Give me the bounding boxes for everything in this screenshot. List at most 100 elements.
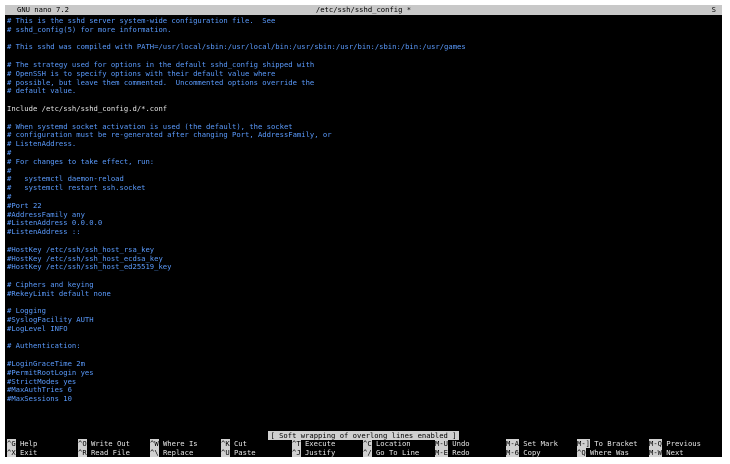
editor-line[interactable] [7,52,720,61]
editor-line[interactable]: #PermitRootLogin yes [7,369,720,378]
editor-line[interactable]: #ListenAddress 0.0.0.0 [7,219,720,228]
terminal-window[interactable]: GNU nano 7.2 /etc/ssh/sshd_config * S # … [5,5,722,457]
shortcut-go-to-line[interactable]: ^/ Go To Line [363,448,420,457]
editor-line[interactable]: #StrictModes yes [7,378,720,387]
shortcut-label: Set Mark [518,439,558,448]
editor-line[interactable] [7,351,720,360]
editor-line[interactable]: #ListenAddress :: [7,228,720,237]
editor-line[interactable]: #HostKey /etc/ssh/ssh_host_rsa_key [7,246,720,255]
editor-line[interactable]: #LogLevel INFO [7,325,720,334]
shortcut-label: Paste [229,448,256,457]
shortcut-label: Exit [15,448,38,457]
editor-line[interactable]: # For changes to take effect, run: [7,158,720,167]
editor-line[interactable]: # default value. [7,87,720,96]
shortcut-key: ^W [150,439,159,448]
shortcut-redo[interactable]: M-E Redo [435,448,470,457]
shortcut-key: ^\ [150,448,159,457]
shortcut-key: ^K [221,439,230,448]
editor-line[interactable]: # This sshd was compiled with PATH=/usr/… [7,43,720,52]
editor-line[interactable]: # The strategy used for options in the d… [7,61,720,70]
editor-line[interactable]: # [7,167,720,176]
shortcut-key: ^J [292,448,301,457]
shortcut-key: ^G [7,439,16,448]
shortcut-key: M-E [435,448,448,457]
editor-line[interactable] [7,237,720,246]
editor-line[interactable]: Include /etc/ssh/sshd_config.d/*.conf [7,105,720,114]
shortcut-paste[interactable]: ^U Paste [221,448,256,457]
shortcut-label: Cut [229,439,247,448]
nano-title-bar: GNU nano 7.2 /etc/ssh/sshd_config * S [5,5,722,15]
editor-line[interactable]: #MaxAuthTries 6 [7,386,720,395]
shortcut-label: Justify [300,448,336,457]
shortcut-key: ^T [292,439,301,448]
shortcut-label: Replace [158,448,194,457]
shortcut-label: Next [661,448,684,457]
editor-line[interactable] [7,299,720,308]
editor-line[interactable]: #AddressFamily any [7,211,720,220]
editor-line[interactable]: # This is the sshd server system-wide co… [7,17,720,26]
shortcut-key: ^O [78,439,87,448]
shortcut-copy[interactable]: M-6 Copy [506,448,541,457]
editor-line[interactable]: #MaxSessions 10 [7,395,720,404]
editor-line[interactable] [7,114,720,123]
shortcut-key: M-U [435,439,448,448]
editor-line[interactable]: # configuration must be re-generated aft… [7,131,720,140]
shortcut-label: Where Is [158,439,198,448]
shortcut-bar-bottom: ^X Exit ^R Read File ^\ Replace ^U Paste ^J … [5,448,722,457]
shortcut-key: ^U [221,448,230,457]
shortcut-key: M-] [577,439,590,448]
editor-line[interactable] [7,35,720,44]
shortcut-key: ^C [363,439,372,448]
editor-line[interactable] [7,334,720,343]
editor-line[interactable]: #HostKey /etc/ssh/ssh_host_ed25519_key [7,263,720,272]
shortcut-label: Where Was [585,448,629,457]
shortcut-key: ^/ [363,448,372,457]
title-indicator: S [711,5,716,14]
shortcut-justify[interactable]: ^J Justify [292,448,336,457]
editor-line[interactable]: #SyslogFacility AUTH [7,316,720,325]
editor-line[interactable] [7,272,720,281]
shortcut-next[interactable]: M-W Next [649,448,684,457]
shortcut-label: Redo [447,448,470,457]
shortcut-label: Copy [518,448,541,457]
editor-buffer[interactable]: # This is the sshd server system-wide co… [7,17,720,404]
shortcut-exit[interactable]: ^X Exit [7,448,38,457]
editor-line[interactable]: # Ciphers and keying [7,281,720,290]
editor-line[interactable]: # sshd_config(5) for more information. [7,26,720,35]
shortcut-label: To Bracket [589,439,638,448]
file-name: /etc/ssh/sshd_config * [315,5,412,14]
shortcut-label: Previous [661,439,701,448]
editor-line[interactable]: #HostKey /etc/ssh/ssh_host_ecdsa_key [7,255,720,264]
editor-line[interactable] [7,96,720,105]
shortcut-key: M-A [506,439,519,448]
editor-line[interactable]: # systemctl restart ssh.socket [7,184,720,193]
shortcut-label: Execute [300,439,336,448]
editor-line[interactable]: # possible, but leave them commented. Un… [7,79,720,88]
shortcut-key: M-W [649,448,662,457]
editor-line[interactable]: # systemctl daemon-reload [7,175,720,184]
shortcut-key: ^Q [577,448,586,457]
shortcut-label: Read File [86,448,130,457]
editor-line[interactable]: # Logging [7,307,720,316]
shortcut-label: Go To Line [371,448,420,457]
shortcut-label: Location [371,439,411,448]
shortcut-where-was[interactable]: ^Q Where Was [577,448,629,457]
shortcut-key: M-6 [506,448,519,457]
shortcut-label: Write Out [86,439,130,448]
editor-line[interactable]: # Authentication: [7,342,720,351]
editor-line[interactable]: # [7,149,720,158]
editor-line[interactable]: # OpenSSH is to specify options with the… [7,70,720,79]
shortcut-key: M-Q [649,439,662,448]
editor-line[interactable]: # [7,193,720,202]
editor-line[interactable]: #Port 22 [7,202,720,211]
editor-line[interactable]: # ListenAddress. [7,140,720,149]
editor-line[interactable]: #RekeyLimit default none [7,290,720,299]
shortcut-key: ^X [7,448,16,457]
shortcut-label: Help [15,439,38,448]
shortcut-replace[interactable]: ^\ Replace [150,448,194,457]
shortcut-key: ^R [78,448,87,457]
shortcut-read-file[interactable]: ^R Read File [78,448,130,457]
editor-line[interactable]: #LoginGraceTime 2m [7,360,720,369]
shortcut-label: Undo [447,439,470,448]
editor-line[interactable]: # When systemd socket activation is used… [7,123,720,132]
